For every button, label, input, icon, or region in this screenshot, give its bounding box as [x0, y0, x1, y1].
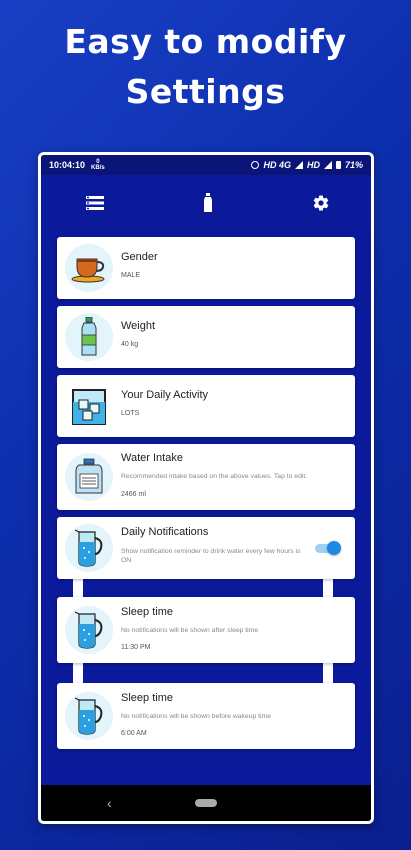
tea-cup-icon — [65, 244, 113, 292]
phone-frame: 10:04:10 0 KB/s HD 4G HD 71% Gender MALE… — [38, 152, 374, 824]
app-toolbar — [41, 175, 371, 231]
ice-glass-icon — [65, 382, 113, 430]
status-time: 10:04:10 — [49, 160, 86, 170]
card-title: Weight — [121, 320, 156, 332]
card-value: 2466 ml — [121, 491, 146, 498]
bottle-icon[interactable] — [198, 193, 218, 213]
water-jug-icon — [65, 453, 113, 501]
notifications-card[interactable]: Daily Notifications Show notification re… — [57, 517, 355, 579]
promo-headline-line1: Easy to modify — [64, 22, 347, 61]
battery-level: 71% — [344, 160, 363, 170]
app-screen: 10:04:10 0 KB/s HD 4G HD 71% Gender MALE… — [41, 155, 371, 821]
card-title: Daily Notifications — [121, 526, 209, 538]
card-description: Show notification reminder to drink wate… — [121, 548, 301, 564]
card-title: Your Daily Activity — [121, 389, 209, 401]
rail-right-lower — [323, 661, 333, 683]
home-button[interactable] — [195, 799, 217, 807]
card-description: No notifications will be shown before wa… — [121, 713, 271, 720]
activity-card[interactable]: Your Daily Activity LOTS — [57, 375, 355, 437]
hd-indicator: HD — [306, 160, 320, 170]
wakeup-time-card[interactable]: Sleep time No notifications will be show… — [57, 683, 355, 749]
network-type: HD 4G — [263, 160, 291, 170]
sleep-time-card[interactable]: Sleep time No notifications will be show… — [57, 597, 355, 663]
card-title: Water Intake — [121, 452, 183, 464]
rail-left-lower — [73, 661, 83, 683]
gear-icon[interactable] — [311, 193, 331, 213]
notifications-toggle[interactable] — [315, 541, 341, 555]
card-title: Gender — [121, 251, 158, 263]
pitcher-icon — [65, 524, 113, 572]
card-title: Sleep time — [121, 692, 173, 704]
gender-card[interactable]: Gender MALE — [57, 237, 355, 299]
pitcher-icon — [65, 692, 113, 740]
card-value: 11:30 PM — [121, 644, 151, 651]
network-speed: 0 KB/s — [91, 159, 105, 171]
card-description: No notifications will be shown after sle… — [121, 627, 259, 634]
card-title: Sleep time — [121, 606, 173, 618]
card-value: LOTS — [121, 410, 140, 417]
pitcher-icon — [65, 606, 113, 654]
status-bar: 10:04:10 0 KB/s HD 4G HD 71% — [41, 155, 371, 175]
card-value: 6:00 AM — [121, 730, 147, 737]
list-icon[interactable] — [85, 193, 105, 213]
back-icon[interactable]: ‹ — [107, 795, 112, 811]
weight-card[interactable]: Weight 40 kg — [57, 306, 355, 368]
card-description: Recommended intake based on the above va… — [121, 473, 308, 480]
water-intake-card[interactable]: Water Intake Recommended intake based on… — [57, 444, 355, 510]
signal-icon — [323, 161, 332, 169]
battery-icon — [335, 161, 341, 169]
card-value: 40 kg — [121, 341, 139, 348]
system-nav-bar: ‹ — [41, 785, 371, 821]
toggle-knob — [327, 541, 341, 555]
water-bottle-icon — [65, 313, 113, 361]
promo-headline-line2: Settings — [125, 72, 286, 111]
signal-icon — [294, 161, 303, 169]
card-value: MALE — [121, 272, 141, 279]
alarm-icon — [251, 161, 260, 169]
